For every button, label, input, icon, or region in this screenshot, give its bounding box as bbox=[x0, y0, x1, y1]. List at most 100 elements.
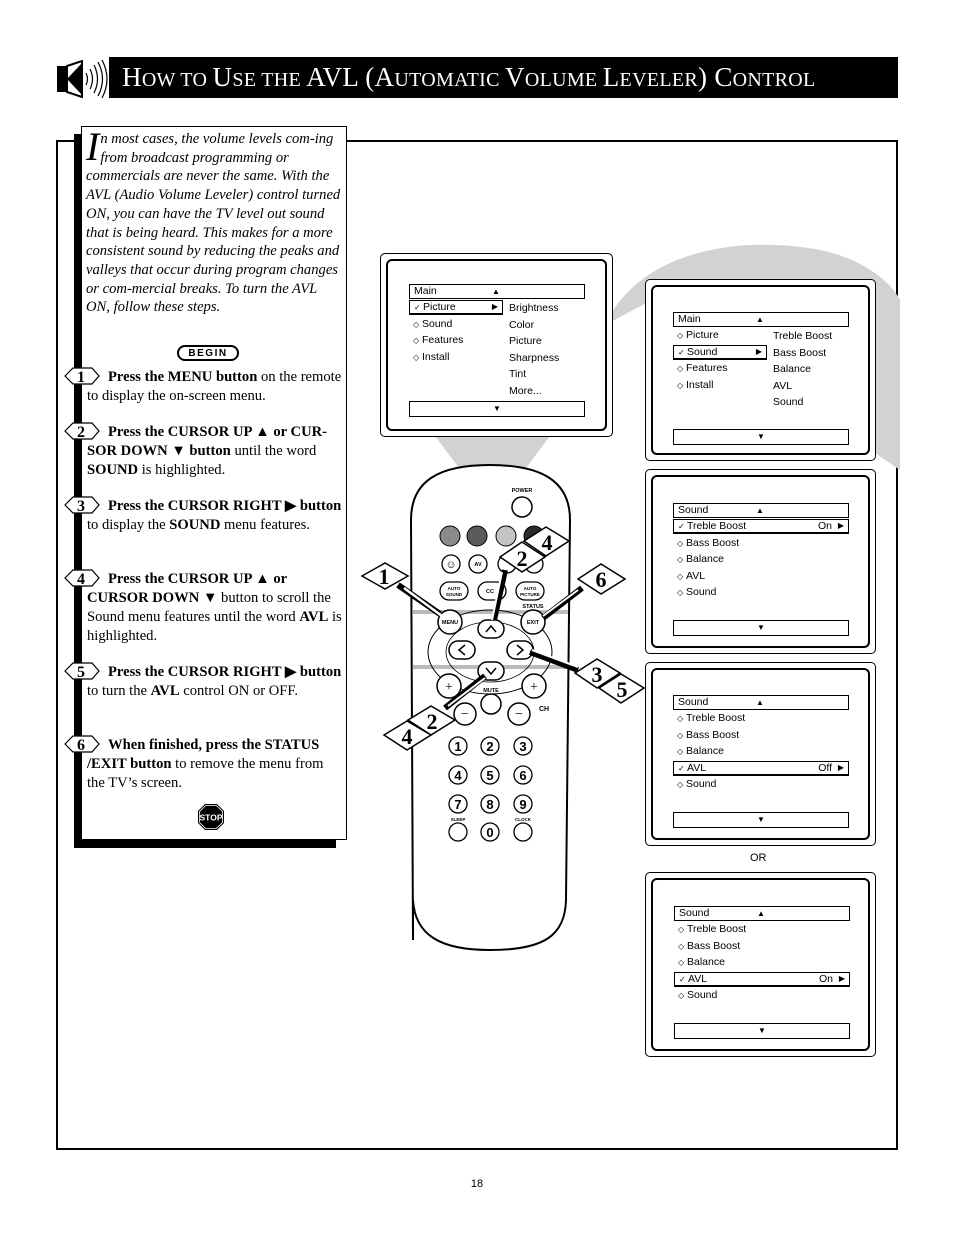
menu-item[interactable]: ◇ AVL bbox=[673, 569, 849, 584]
stop-label: STOP bbox=[200, 813, 223, 823]
diamond-icon: ◇ bbox=[677, 538, 684, 548]
menu-item[interactable]: ✓ AVL Off ▶ bbox=[673, 760, 849, 776]
step-number-badge: 6 bbox=[64, 735, 100, 754]
menu-item[interactable]: ✓ Sound ▶ bbox=[673, 344, 767, 360]
step-5: 5 Press the CURSOR RIGHT ▶ button to turn… bbox=[64, 662, 344, 701]
auto-picture-button[interactable] bbox=[515, 581, 545, 601]
menu-footer[interactable]: ▼ bbox=[674, 1023, 850, 1039]
menu-item[interactable]: ◇ Balance bbox=[673, 744, 849, 759]
step-number-badge: 1 bbox=[64, 367, 100, 386]
page-title: HOW TO USE THE AVL (AUTOMATIC VOLUME LEV… bbox=[122, 62, 816, 93]
menu-item[interactable]: ✓ Treble Boost On ▶ bbox=[673, 519, 849, 534]
menu-item[interactable]: ◇ Picture bbox=[673, 328, 767, 343]
color-button[interactable] bbox=[466, 525, 488, 547]
stop-sign-icon: STOP bbox=[198, 804, 224, 830]
step-text-rest: menu features. bbox=[220, 517, 310, 533]
menu-item-value: Off bbox=[818, 761, 832, 774]
step-text-rest: to turn the bbox=[87, 683, 151, 699]
scroll-up-icon: ▲ bbox=[757, 909, 765, 918]
digit-label: 2 bbox=[486, 739, 493, 754]
scroll-up-icon: ▲ bbox=[756, 698, 764, 707]
ch-label: CH bbox=[539, 706, 549, 713]
menu-header: Main ▲ bbox=[673, 312, 849, 327]
menu-item[interactable]: ◇ Sound bbox=[674, 988, 850, 1003]
step-number: 3 bbox=[77, 498, 85, 515]
step-text-rest: to display the bbox=[87, 517, 170, 533]
digit-label: 0 bbox=[486, 825, 493, 840]
title-fragment: EVELER bbox=[619, 69, 698, 91]
digit-label: 4 bbox=[454, 768, 462, 783]
menu-item[interactable]: ◇ Install bbox=[673, 378, 767, 393]
menu-item-label: Sound bbox=[686, 586, 717, 598]
color-button[interactable] bbox=[495, 525, 517, 547]
diamond-icon: ◇ bbox=[677, 364, 684, 373]
clock-button[interactable] bbox=[513, 822, 533, 842]
auto-sound-button[interactable] bbox=[439, 581, 469, 601]
mute-button[interactable] bbox=[480, 693, 502, 715]
menu-item-label: Sound bbox=[687, 989, 718, 1001]
step-3: 3 Press the CURSOR RIGHT ▶ button to disp… bbox=[64, 496, 344, 535]
title-fragment: L bbox=[602, 62, 620, 92]
title-fragment: U bbox=[212, 62, 233, 92]
menu-footer[interactable]: ▼ bbox=[673, 812, 849, 828]
menu-header-label: Sound bbox=[678, 696, 709, 708]
callout-number: 4 bbox=[542, 530, 553, 555]
cursor-left-button[interactable] bbox=[448, 640, 476, 660]
menu-item[interactable]: ◇ Balance bbox=[673, 552, 849, 567]
tv-screen-sound-avl-off: Sound ▲ ◇ Treble Boost ◇ Bass Boost ◇ Balance ✓ A… bbox=[645, 662, 876, 846]
step-text-bold: AVL bbox=[299, 609, 329, 625]
scroll-down-icon: ▼ bbox=[758, 1026, 766, 1035]
menu-item[interactable]: ◇ Bass Boost bbox=[674, 939, 850, 954]
av-label: AV bbox=[474, 562, 482, 568]
menu-item[interactable]: ✓ AVL On ▶ bbox=[674, 971, 850, 987]
cursor-right-button[interactable] bbox=[506, 640, 534, 660]
menu-footer[interactable]: ▼ bbox=[673, 620, 849, 636]
menu-header-label: Sound bbox=[679, 907, 710, 919]
menu-item-label: Balance bbox=[686, 745, 724, 757]
menu-item-label: Sound bbox=[687, 345, 718, 358]
tv-screen-sound-avl-on: Sound ▲ ◇ Treble Boost ◇ Bass Boost ◇ Balance ✓ A… bbox=[645, 872, 876, 1057]
menu-footer[interactable]: ▼ bbox=[673, 429, 849, 445]
step-text-bold: AVL bbox=[150, 683, 180, 699]
menu-item-label: Picture bbox=[686, 329, 719, 341]
menu-item-label: AVL bbox=[687, 761, 707, 774]
menu-item[interactable]: ◇ Bass Boost bbox=[673, 536, 849, 551]
menu-item[interactable]: ◇ Treble Boost bbox=[674, 922, 850, 937]
cursor-up-button[interactable] bbox=[477, 619, 505, 639]
menu-item-label: Treble Boost bbox=[687, 923, 747, 935]
diamond-icon: ◇ bbox=[677, 588, 684, 597]
step-number: 2 bbox=[77, 424, 85, 441]
diamond-icon: ◇ bbox=[677, 331, 684, 340]
menu-item[interactable]: ◇ Balance bbox=[674, 955, 850, 970]
menu-item[interactable]: ◇ Sound bbox=[673, 777, 849, 792]
tv-screen-main-sound: Main ▲ ◇ Picture ✓ Sound ▶ ◇ Features ◇ Install Tre… bbox=[645, 279, 876, 461]
diamond-icon: ◇ bbox=[677, 380, 684, 390]
plus-icon: + bbox=[530, 680, 538, 695]
diamond-icon: ◇ bbox=[677, 571, 684, 581]
callout-number: 3 bbox=[592, 662, 603, 687]
submenu-item: Sound bbox=[773, 396, 804, 408]
arrow-right-icon: ▶ bbox=[837, 762, 844, 772]
menu-item[interactable]: ◇ Features bbox=[673, 361, 767, 376]
diamond-icon: ◇ bbox=[678, 941, 685, 951]
menu-item[interactable]: ◇ Treble Boost bbox=[673, 711, 849, 726]
menu-header: Sound ▲ bbox=[674, 906, 850, 921]
submenu-item: Balance bbox=[773, 363, 811, 375]
menu-item-label: Sound bbox=[686, 778, 717, 790]
page-title-bar: HOW TO USE THE AVL (AUTOMATIC VOLUME LEV… bbox=[109, 57, 898, 98]
sleep-button[interactable] bbox=[448, 822, 468, 842]
digit-label: 1 bbox=[454, 739, 461, 754]
menu-header-label: Sound bbox=[678, 504, 709, 516]
menu-item[interactable]: ◇ Bass Boost bbox=[673, 728, 849, 743]
menu-header: Sound ▲ bbox=[673, 695, 849, 710]
power-button[interactable] bbox=[511, 496, 533, 518]
exit-label: EXIT bbox=[527, 620, 540, 626]
menu-item-label: Treble Boost bbox=[686, 712, 746, 724]
menu-item-label: Balance bbox=[687, 956, 725, 968]
power-label: POWER bbox=[512, 488, 533, 494]
color-button[interactable] bbox=[439, 525, 461, 547]
menu-item[interactable]: ◇ Sound bbox=[673, 585, 849, 600]
step-text-rest: until the word bbox=[230, 443, 317, 459]
minus-icon: − bbox=[515, 707, 523, 722]
callout-number: 1 bbox=[379, 564, 390, 589]
